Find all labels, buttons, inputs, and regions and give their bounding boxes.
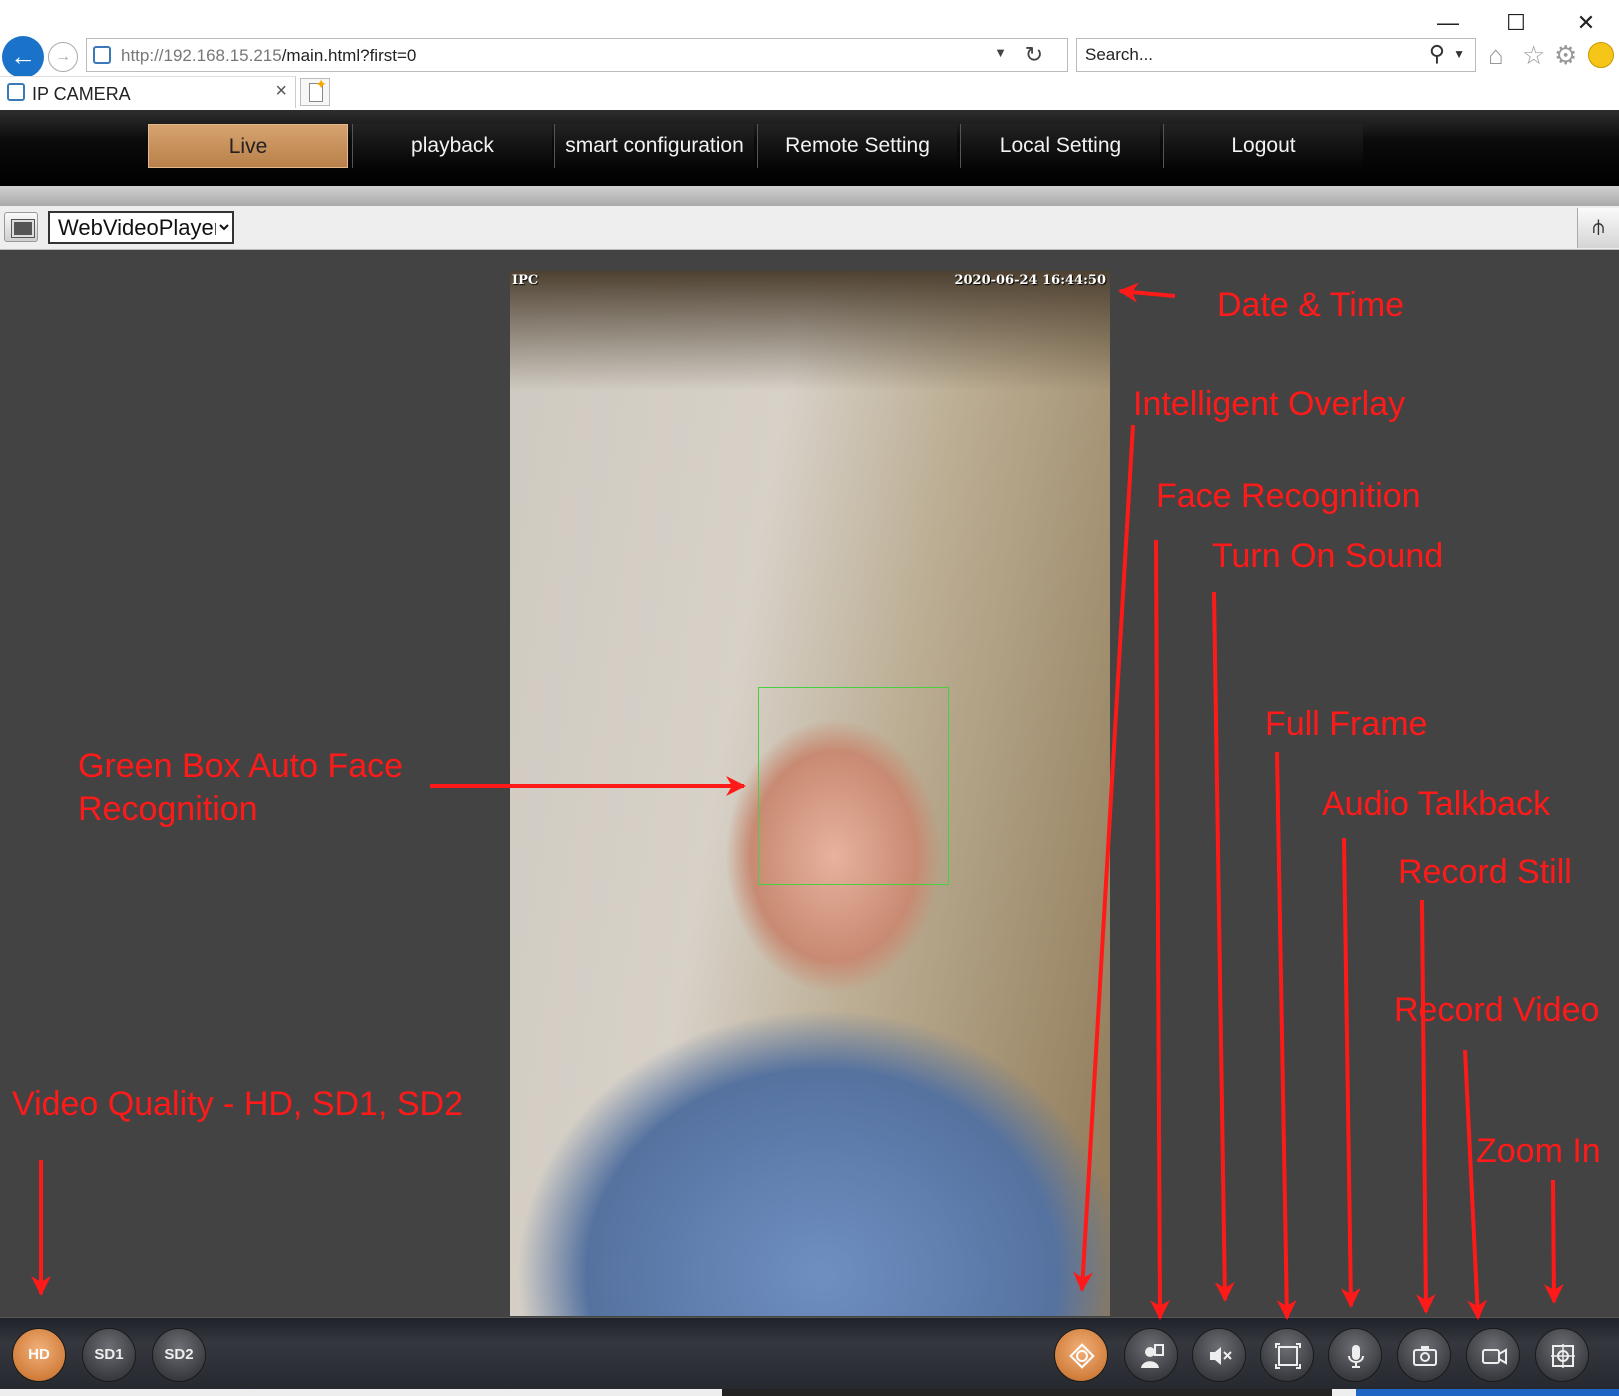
- taskbar-blue-segment: [1356, 1389, 1619, 1396]
- face-recognition-button[interactable]: [1124, 1328, 1178, 1382]
- player-toolbar: WebVideoPlayer ⫛: [0, 206, 1619, 250]
- home-icon[interactable]: ⌂: [1488, 40, 1504, 71]
- osd-channel-label: IPC: [512, 273, 539, 288]
- tab-title: IP CAMERA: [32, 84, 131, 104]
- annotation-green-box-line2: Recognition: [78, 790, 258, 828]
- microphone-icon: [1348, 1345, 1364, 1368]
- intelligent-overlay-button[interactable]: [1054, 1328, 1108, 1382]
- url-host: http://192.168.15.215: [121, 46, 282, 65]
- browser-chrome: — ☐ ✕ ← → http://192.168.15.215/main.htm…: [0, 0, 1619, 110]
- address-dropdown-icon[interactable]: ▼: [994, 45, 1007, 60]
- camera-icon: [1413, 1346, 1437, 1366]
- annotation-intelligent-overlay: Intelligent Overlay: [1133, 385, 1406, 423]
- speaker-muted-icon: [1210, 1347, 1232, 1365]
- ptz-icon: ⫛: [1592, 216, 1605, 238]
- maximize-button[interactable]: ☐: [1496, 8, 1536, 38]
- search-dropdown-icon[interactable]: ▼: [1453, 47, 1465, 61]
- nav-local-setting[interactable]: Local Setting: [960, 124, 1160, 168]
- arrow-left-icon: ←: [10, 41, 36, 71]
- search-box[interactable]: ⚲ ▼: [1076, 38, 1476, 72]
- annotation-full-frame: Full Frame: [1265, 705, 1428, 743]
- new-tab-icon: ✦: [315, 76, 327, 92]
- taskbar-dark-segment: [722, 1389, 1332, 1396]
- live-video-feed[interactable]: IPC 2020-06-24 16:44:50: [510, 271, 1110, 1316]
- site-favicon-icon: [93, 46, 111, 64]
- quality-sd2-button[interactable]: SD2: [152, 1328, 206, 1382]
- arrow-right-icon: →: [55, 48, 71, 65]
- nav-remote-setting[interactable]: Remote Setting: [757, 124, 957, 168]
- face-detection-box: [758, 687, 949, 885]
- full-frame-icon: [1275, 1343, 1301, 1369]
- record-video-button[interactable]: [1466, 1328, 1520, 1382]
- nav-logout[interactable]: Logout: [1163, 124, 1363, 168]
- nav-playback[interactable]: playback: [352, 124, 552, 168]
- refresh-icon[interactable]: ↻: [1025, 42, 1043, 68]
- audio-talkback-button[interactable]: [1328, 1328, 1382, 1382]
- quality-sd1-button[interactable]: SD1: [82, 1328, 136, 1382]
- settings-gear-icon[interactable]: ⚙: [1554, 40, 1577, 71]
- annotation-audio-talkback: Audio Talkback: [1322, 785, 1551, 823]
- feedback-smiley-icon[interactable]: [1588, 42, 1614, 68]
- annotation-face-recognition: Face Recognition: [1156, 477, 1421, 515]
- player-select[interactable]: WebVideoPlayer: [48, 211, 234, 244]
- favorites-star-icon[interactable]: ☆: [1522, 40, 1545, 71]
- full-frame-button[interactable]: [1260, 1328, 1314, 1382]
- tab-close-icon[interactable]: ×: [275, 80, 287, 103]
- annotation-date-time: Date & Time: [1217, 286, 1405, 324]
- ptz-control-button[interactable]: ⫛: [1577, 208, 1619, 248]
- nav-live[interactable]: Live: [148, 124, 348, 168]
- search-icon[interactable]: ⚲: [1429, 41, 1445, 67]
- quality-hd-button[interactable]: HD: [12, 1328, 66, 1382]
- new-tab-button[interactable]: ✦: [300, 76, 330, 106]
- video-window-icon[interactable]: [4, 212, 38, 242]
- close-window-button[interactable]: ✕: [1566, 8, 1606, 38]
- record-still-button[interactable]: [1397, 1328, 1451, 1382]
- zoom-in-icon: [1551, 1344, 1575, 1368]
- annotation-turn-on-sound: Turn On Sound: [1212, 537, 1444, 575]
- annotation-video-quality: Video Quality - HD, SD1, SD2: [12, 1085, 463, 1123]
- browser-tab[interactable]: IP CAMERA ×: [0, 76, 296, 108]
- nav-separator: [0, 186, 1619, 206]
- taskbar-strip: [0, 1389, 1619, 1396]
- url-path: /main.html?first=0: [281, 46, 417, 65]
- back-button[interactable]: ←: [2, 36, 44, 78]
- zoom-in-button[interactable]: [1535, 1328, 1589, 1382]
- overlay-icon: [1069, 1343, 1095, 1369]
- tab-favicon-icon: [7, 83, 25, 101]
- face-recognition-icon: [1141, 1344, 1164, 1368]
- nav-smart-configuration[interactable]: smart configuration: [554, 124, 754, 168]
- annotation-green-box-line1: Green Box Auto Face: [78, 747, 404, 785]
- video-camera-icon: [1482, 1348, 1507, 1365]
- minimize-button[interactable]: —: [1428, 8, 1468, 38]
- address-url[interactable]: http://192.168.15.215/main.html?first=0: [121, 46, 416, 66]
- control-bar: HD SD1 SD2: [0, 1317, 1619, 1389]
- address-bar[interactable]: http://192.168.15.215/main.html?first=0 …: [86, 38, 1068, 72]
- main-nav: Live playback smart configuration Remote…: [0, 110, 1619, 186]
- sound-toggle-button[interactable]: [1192, 1328, 1246, 1382]
- annotation-zoom-in: Zoom In: [1476, 1132, 1601, 1170]
- osd-datetime: 2020-06-24 16:44:50: [954, 273, 1106, 288]
- annotation-record-still: Record Still: [1398, 853, 1572, 891]
- annotation-record-video: Record Video: [1394, 991, 1600, 1029]
- search-input[interactable]: [1085, 45, 1415, 65]
- browser-window: — ☐ ✕ ← → http://192.168.15.215/main.htm…: [0, 0, 1619, 1396]
- forward-button[interactable]: →: [48, 42, 78, 72]
